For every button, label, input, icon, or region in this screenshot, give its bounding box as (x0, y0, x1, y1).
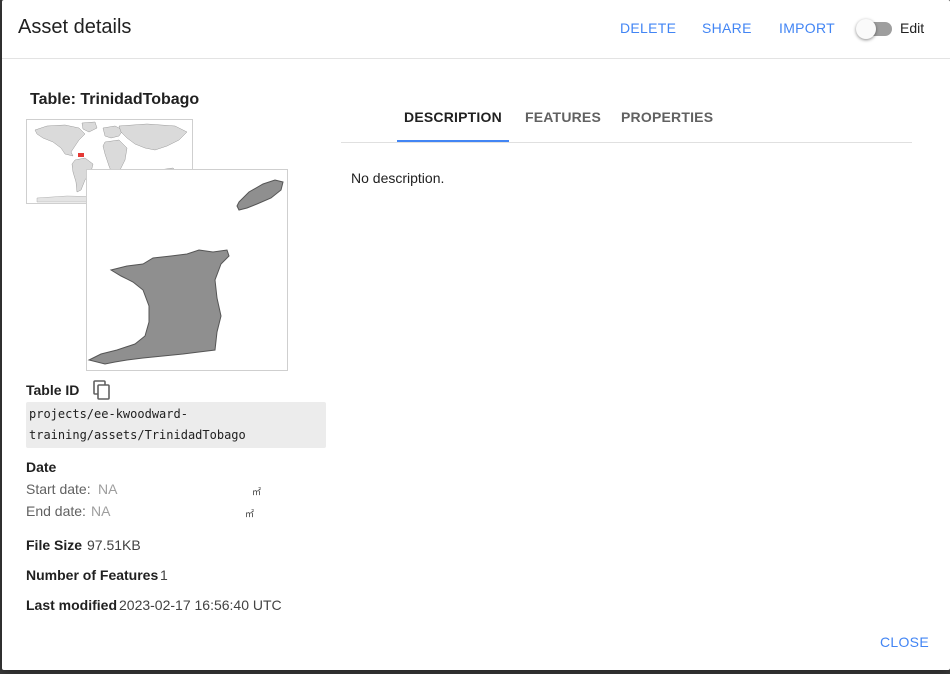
file-size-value: 97.51KB (87, 537, 141, 553)
greenland-shape (81, 121, 98, 133)
table-id-line-2: training/assets/TrinidadTobago (29, 428, 246, 442)
end-date-label: End date: (26, 503, 86, 519)
num-features-label: Number of Features (26, 567, 159, 583)
table-id-line-1: projects/ee-kwoodward- (29, 407, 188, 421)
start-date-picker-icon[interactable]: ㎡ (252, 485, 261, 498)
dialog-header: Asset details DELETE SHARE IMPORT Edit (2, 0, 950, 59)
edit-toggle[interactable] (856, 19, 892, 39)
country-map-thumbnail (86, 169, 288, 371)
asset-tabs: DESCRIPTION FEATURES PROPERTIES (341, 100, 912, 143)
start-date-value: NA (98, 481, 118, 497)
north-america-shape (34, 124, 86, 157)
table-id-value[interactable]: projects/ee-kwoodward- training/assets/T… (26, 402, 326, 448)
last-modified-label: Last modified (26, 597, 118, 613)
tab-description[interactable]: DESCRIPTION (397, 100, 509, 142)
table-id-label: Table ID (26, 382, 80, 398)
num-features-value: 1 (160, 567, 168, 583)
trinidad-shape (87, 249, 230, 365)
asset-title: Table: TrinidadTobago (30, 91, 200, 108)
asset-details-dialog: Asset details DELETE SHARE IMPORT Edit T… (2, 0, 950, 670)
close-button[interactable]: CLOSE (880, 634, 929, 650)
toggle-thumb (856, 19, 876, 39)
file-size-label: File Size (26, 537, 83, 553)
description-text: No description. (351, 170, 445, 186)
start-date-label: Start date: (26, 481, 91, 497)
edit-toggle-label: Edit (900, 20, 925, 36)
import-button[interactable]: IMPORT (779, 20, 835, 36)
date-section-label: Date (26, 459, 57, 475)
copy-icon[interactable] (92, 380, 112, 402)
dialog-title: Asset details (18, 16, 132, 38)
delete-button[interactable]: DELETE (620, 20, 676, 36)
end-date-value: NA (91, 503, 111, 519)
end-date-picker-icon[interactable]: ㎡ (245, 507, 254, 520)
last-modified-value: 2023-02-17 16:56:40 UTC (119, 597, 282, 613)
location-marker (78, 153, 84, 157)
share-button[interactable]: SHARE (702, 20, 752, 36)
tab-features[interactable]: FEATURES (525, 100, 601, 142)
asia-shape (118, 123, 188, 151)
tab-properties[interactable]: PROPERTIES (621, 100, 713, 142)
tobago-shape (236, 179, 284, 211)
